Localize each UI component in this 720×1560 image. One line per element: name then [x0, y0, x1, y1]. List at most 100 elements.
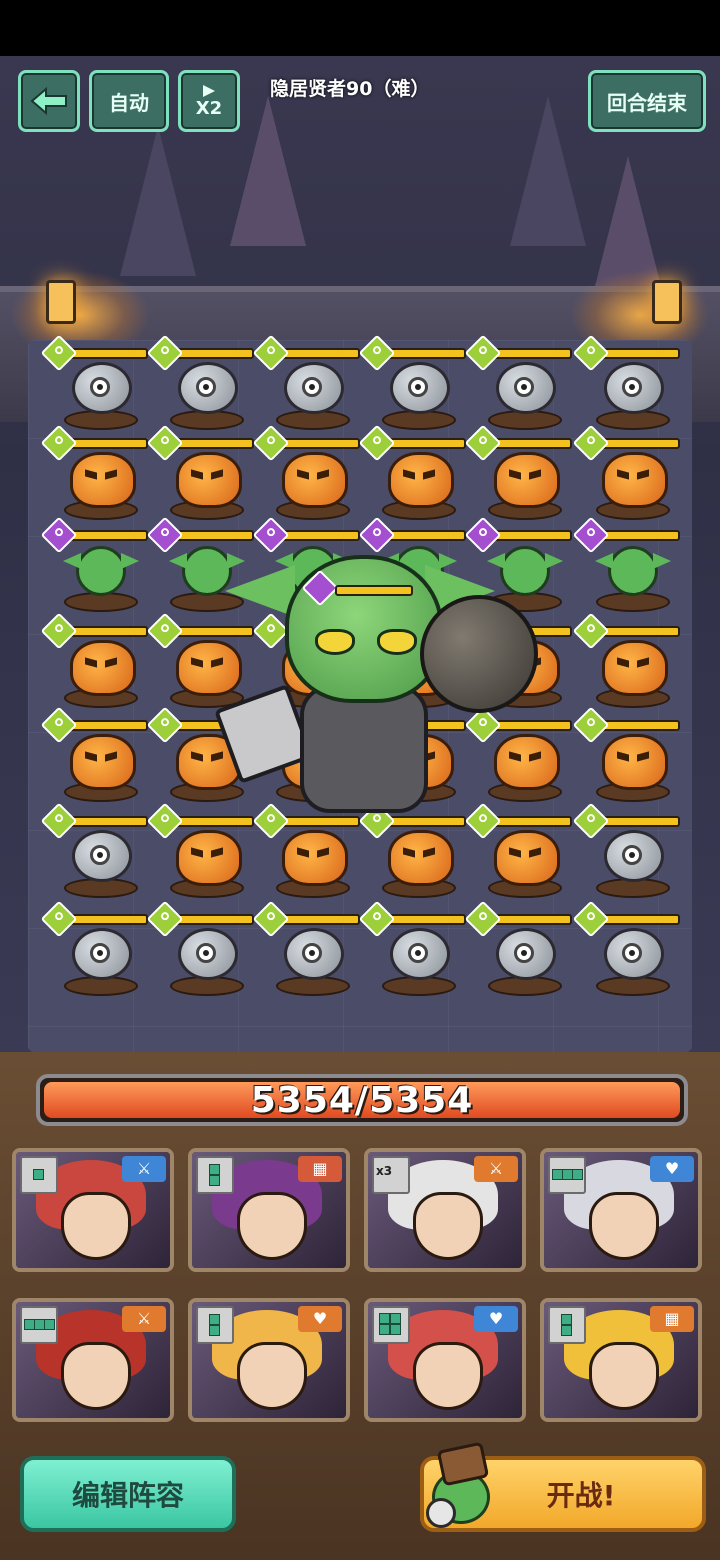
- enemy-hp-bar: [68, 914, 148, 925]
- goblin-enemy[interactable]: [40, 516, 150, 618]
- edit-team-button[interactable]: 编辑阵容: [20, 1456, 236, 1532]
- eye-orb-enemy[interactable]: [146, 900, 256, 1002]
- end-turn-button[interactable]: 回合结束: [588, 70, 706, 132]
- edit-team-label: 编辑阵容: [71, 1479, 184, 1512]
- goblin-bomber-boss[interactable]: [214, 545, 555, 835]
- speed-button[interactable]: X2: [178, 70, 240, 132]
- eye-orb-enemy[interactable]: [572, 802, 682, 904]
- pumpkin-enemy[interactable]: [572, 612, 682, 714]
- eye-orb-icon: [72, 928, 132, 980]
- eye-orb-enemy[interactable]: [572, 900, 682, 1002]
- pumpkin-icon: [388, 830, 454, 886]
- eye-orb-icon: [604, 830, 664, 882]
- eye-orb-enemy[interactable]: [464, 334, 574, 436]
- plant-element-icon: [40, 900, 78, 938]
- enemy-hp-bar: [386, 914, 466, 925]
- pumpkin-icon: [282, 452, 348, 508]
- pumpkin-icon: [176, 452, 242, 508]
- eye-orb-icon: [604, 928, 664, 980]
- pumpkin-enemy[interactable]: [40, 706, 150, 808]
- eye-orb-enemy[interactable]: [358, 334, 468, 436]
- eye-orb-icon: [178, 362, 238, 414]
- eye-orb-enemy[interactable]: [572, 334, 682, 436]
- eye-orb-enemy[interactable]: [358, 900, 468, 1002]
- pumpkin-icon: [602, 734, 668, 790]
- eye-orb-enemy[interactable]: [252, 334, 362, 436]
- enemy-hp-bar: [600, 626, 680, 637]
- lantern-icon: [46, 280, 76, 324]
- pumpkin-enemy[interactable]: [572, 424, 682, 526]
- plant-element-icon: [146, 900, 184, 938]
- game-screen: 自动 X2 隐居贤者90（难） 回合结束 5354/5354 ⚔ ▦ x3 ⚔ ♥ ⚔ ♥ ♥…: [0, 0, 720, 1560]
- plant-element-icon: [146, 424, 184, 462]
- heart-icon: ♥: [474, 1306, 518, 1332]
- enemy-hp-bar: [68, 530, 148, 541]
- auto-button[interactable]: 自动: [89, 70, 169, 132]
- sword-icon: ⚔: [122, 1306, 166, 1332]
- hero-card[interactable]: ▦: [540, 1298, 702, 1422]
- plant-element-icon: [358, 900, 396, 938]
- enemy-hp-bar: [386, 438, 466, 449]
- hero-card[interactable]: x3 ⚔: [364, 1148, 526, 1272]
- plant-element-icon: [572, 802, 610, 840]
- enemy-hp-bar: [492, 438, 572, 449]
- enemy-hp-bar: [280, 530, 360, 541]
- eye-orb-enemy[interactable]: [40, 334, 150, 436]
- hero-card[interactable]: ♥: [540, 1148, 702, 1272]
- eye-orb-icon: [72, 362, 132, 414]
- pumpkin-enemy[interactable]: [464, 424, 574, 526]
- hero-shape-icon: [20, 1306, 58, 1344]
- pumpkin-enemy[interactable]: [40, 612, 150, 714]
- end-turn-label: 回合结束: [607, 90, 687, 115]
- player-hp-text: 5354/5354: [250, 1080, 474, 1121]
- enemy-hp-bar: [174, 914, 254, 925]
- hero-card[interactable]: ⚔: [12, 1148, 174, 1272]
- enemy-hp-bar: [386, 348, 466, 359]
- plant-element-icon: [252, 334, 290, 372]
- pumpkin-icon: [70, 734, 136, 790]
- hero-card[interactable]: ⚔: [12, 1298, 174, 1422]
- pumpkin-enemy[interactable]: [40, 424, 150, 526]
- eye-orb-enemy[interactable]: [252, 900, 362, 1002]
- pumpkin-enemy[interactable]: [252, 424, 362, 526]
- enemy-hp-bar: [386, 530, 466, 541]
- plant-element-icon: [572, 334, 610, 372]
- pumpkin-enemy[interactable]: [146, 424, 256, 526]
- eye-orb-enemy[interactable]: [146, 334, 256, 436]
- plant-element-icon: [572, 900, 610, 938]
- plant-element-icon: [358, 424, 396, 462]
- plant-element-icon: [146, 706, 184, 744]
- hero-card[interactable]: ♥: [364, 1298, 526, 1422]
- hero-card[interactable]: ▦: [188, 1148, 350, 1272]
- eye-orb-enemy[interactable]: [40, 900, 150, 1002]
- plant-element-icon: [464, 900, 502, 938]
- goblin-icon: [63, 546, 139, 596]
- pumpkin-enemy[interactable]: [358, 424, 468, 526]
- enemy-hp-bar: [68, 438, 148, 449]
- plant-element-icon: [252, 424, 290, 462]
- boss-ear: [225, 565, 295, 617]
- hero-shape-icon: x3: [372, 1156, 410, 1194]
- back-arrow-icon: [30, 86, 67, 116]
- dark-element-icon: [146, 516, 184, 554]
- eye-orb-enemy[interactable]: [40, 802, 150, 904]
- enemy-hp-bar: [492, 530, 572, 541]
- back-button[interactable]: [18, 70, 80, 132]
- sword-icon: ⚔: [474, 1156, 518, 1182]
- hero-card[interactable]: ♥: [188, 1298, 350, 1422]
- dark-element-icon: [572, 516, 610, 554]
- pumpkin-icon: [70, 640, 136, 696]
- heart-icon: ♥: [650, 1156, 694, 1182]
- boss-eye: [377, 629, 417, 655]
- sword-icon: ⚔: [122, 1156, 166, 1182]
- eye-orb-icon: [390, 362, 450, 414]
- goblin-enemy[interactable]: [572, 516, 682, 618]
- enemy-hp-bar: [600, 530, 680, 541]
- plant-element-icon: [252, 900, 290, 938]
- pumpkin-enemy[interactable]: [572, 706, 682, 808]
- eye-orb-enemy[interactable]: [464, 900, 574, 1002]
- wall-icon: ▦: [298, 1156, 342, 1182]
- enemy-hp-bar: [280, 438, 360, 449]
- enemy-hp-bar: [600, 816, 680, 827]
- hero-shape-icon: [196, 1156, 234, 1194]
